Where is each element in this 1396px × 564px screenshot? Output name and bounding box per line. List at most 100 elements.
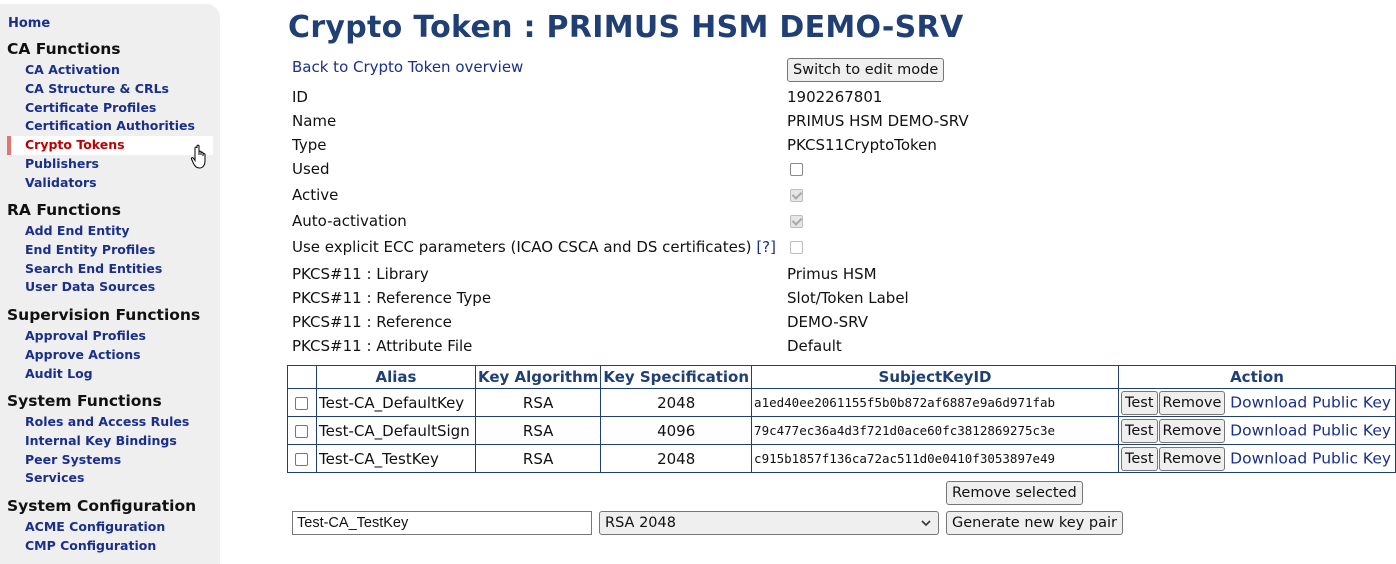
prop-label-active: Active: [292, 186, 339, 204]
nav-group-ra-functions: RA Functions Add End Entity End Entity P…: [7, 201, 162, 297]
key-specification-column-header: Key Specification: [600, 365, 753, 389]
nav-group-supervision-functions: Supervision Functions Approval Profiles …: [7, 306, 200, 383]
prop-label-pkcs11-reference: PKCS#11 : Reference: [292, 313, 452, 331]
prop-label-type: Type: [292, 136, 327, 154]
chevron-down-icon: [921, 520, 931, 527]
prop-label-pkcs11-reference-type: PKCS#11 : Reference Type: [292, 289, 492, 307]
used-checkbox[interactable]: [790, 163, 803, 176]
download-public-key-link[interactable]: Download Public Key: [1230, 421, 1391, 439]
alias-cell: Test-CA_TestKey: [315, 444, 476, 473]
nav-item-approval-profiles[interactable]: Approval Profiles: [7, 327, 200, 346]
nav-heading: System Configuration: [7, 497, 197, 515]
subject-key-id-cell: c915b1857f136ca72ac511d0e0410f3053897e49: [751, 444, 1119, 473]
nav-item-certification-authorities[interactable]: Certification Authorities: [7, 117, 213, 136]
prop-label-auto-activation: Auto-activation: [292, 212, 407, 230]
generate-key-pair-button[interactable]: Generate new key pair: [946, 511, 1123, 535]
keys-table: Alias Key Algorithm Key Specification Su…: [287, 365, 1396, 473]
action-cell: Test Remove Download Public Key: [1117, 444, 1396, 473]
download-public-key-link[interactable]: Download Public Key: [1230, 449, 1391, 467]
download-public-key-link[interactable]: Download Public Key: [1230, 393, 1391, 411]
explicit-ecc-label-text: Use explicit ECC parameters (ICAO CSCA a…: [292, 238, 752, 256]
nav-heading: CA Functions: [7, 40, 121, 58]
algorithm-cell: RSA: [474, 444, 602, 473]
row-select-checkbox[interactable]: [295, 452, 309, 466]
prop-label-id: ID: [292, 88, 308, 106]
row-select-checkbox[interactable]: [295, 424, 309, 438]
nav-item-ca-structure-crls[interactable]: CA Structure & CRLs: [7, 80, 213, 99]
prop-value-pkcs11-attribute-file: Default: [787, 337, 842, 355]
key-algorithm-select[interactable]: RSA 2048: [599, 511, 939, 535]
remove-button[interactable]: Remove: [1158, 446, 1226, 471]
alias-cell: Test-CA_DefaultSign: [315, 416, 476, 445]
prop-value-pkcs11-library: Primus HSM: [787, 265, 877, 283]
nav-item-end-entity-profiles[interactable]: End Entity Profiles: [7, 241, 162, 260]
spec-cell: 4096: [600, 416, 753, 445]
alias-cell: Test-CA_DefaultKey: [315, 388, 476, 417]
nav-item-approve-actions[interactable]: Approve Actions: [7, 346, 200, 365]
nav-item-publishers[interactable]: Publishers: [7, 155, 213, 174]
table-row: Test-CA_DefaultSign RSA 4096 79c477ec36a…: [287, 416, 1396, 445]
table-row: Test-CA_TestKey RSA 2048 c915b1857f136ca…: [287, 444, 1396, 473]
algorithm-cell: RSA: [474, 416, 602, 445]
spec-cell: 2048: [600, 444, 753, 473]
test-button[interactable]: Test: [1120, 390, 1158, 415]
action-column-header: Action: [1117, 365, 1396, 389]
nav-group-system-functions: System Functions Roles and Access Rules …: [7, 392, 189, 488]
nav-item-services[interactable]: Services: [7, 469, 189, 488]
nav-home-link[interactable]: Home: [8, 16, 50, 31]
nav-item-crypto-tokens[interactable]: Crypto Tokens: [7, 136, 213, 155]
nav-item-search-end-entities[interactable]: Search End Entities: [7, 260, 162, 279]
prop-value-id: 1902267801: [787, 88, 883, 106]
nav-item-internal-key-bindings[interactable]: Internal Key Bindings: [7, 432, 189, 451]
nav-item-ca-activation[interactable]: CA Activation: [7, 61, 213, 80]
prop-label-pkcs11-library: PKCS#11 : Library: [292, 265, 429, 283]
hand-pointer-icon: [190, 144, 206, 169]
subject-key-id-cell: 79c477ec36a4d3f721d0ace60fc3812869275c3e: [751, 416, 1119, 445]
table-header-row: Alias Key Algorithm Key Specification Su…: [287, 365, 1396, 389]
nav-item-audit-log[interactable]: Audit Log: [7, 365, 200, 384]
auto-activation-checkbox: [790, 215, 803, 228]
nav-item-add-end-entity[interactable]: Add End Entity: [7, 222, 162, 241]
explicit-ecc-help-link[interactable]: [?]: [756, 238, 776, 256]
prop-label-explicit-ecc: Use explicit ECC parameters (ICAO CSCA a…: [292, 238, 776, 256]
action-cell: Test Remove Download Public Key: [1117, 388, 1396, 417]
remove-button[interactable]: Remove: [1158, 390, 1226, 415]
table-row: Test-CA_DefaultKey RSA 2048 a1ed40ee2061…: [287, 388, 1396, 417]
remove-selected-button[interactable]: Remove selected: [946, 481, 1083, 505]
nav-item-certificate-profiles[interactable]: Certificate Profiles: [7, 99, 213, 118]
nav-group-ca-functions: CA Functions CA Activation CA Structure …: [7, 40, 213, 193]
nav-item-peer-systems[interactable]: Peer Systems: [7, 451, 189, 470]
switch-edit-mode-button[interactable]: Switch to edit mode: [787, 58, 945, 82]
key-algorithm-column-header: Key Algorithm: [474, 365, 602, 389]
prop-label-used: Used: [292, 160, 330, 178]
prop-label-name: Name: [292, 112, 337, 130]
prop-label-pkcs11-attribute-file: PKCS#11 : Attribute File: [292, 337, 473, 355]
nav-group-system-configuration: System Configuration ACME Configuration …: [7, 497, 196, 556]
active-checkbox: [790, 189, 803, 202]
row-select-checkbox[interactable]: [295, 396, 309, 410]
key-algorithm-selected-value: RSA 2048: [605, 515, 676, 531]
algorithm-cell: RSA: [474, 388, 602, 417]
test-button[interactable]: Test: [1120, 418, 1158, 443]
spec-cell: 2048: [600, 388, 753, 417]
nav-heading: Supervision Functions: [7, 306, 201, 324]
prop-value-type: PKCS11CryptoToken: [787, 136, 937, 154]
nav-item-user-data-sources[interactable]: User Data Sources: [7, 278, 162, 297]
nav-item-roles-access-rules[interactable]: Roles and Access Rules: [7, 413, 189, 432]
prop-value-name: PRIMUS HSM DEMO-SRV: [787, 112, 969, 130]
test-button[interactable]: Test: [1120, 446, 1158, 471]
back-to-overview-link[interactable]: Back to Crypto Token overview: [292, 58, 523, 76]
sidebar: Home CA Functions CA Activation CA Struc…: [0, 4, 220, 564]
new-key-alias-input[interactable]: [292, 511, 592, 535]
explicit-ecc-checkbox: [790, 241, 803, 254]
prop-value-pkcs11-reference: DEMO-SRV: [787, 313, 868, 331]
nav-item-validators[interactable]: Validators: [7, 174, 213, 193]
page-title: Crypto Token : PRIMUS HSM DEMO-SRV: [288, 10, 964, 45]
nav-heading: System Functions: [7, 392, 162, 410]
alias-column-header: Alias: [315, 365, 476, 389]
nav-item-cmp-configuration[interactable]: CMP Configuration: [7, 537, 196, 556]
remove-button[interactable]: Remove: [1158, 418, 1226, 443]
nav-item-acme-configuration[interactable]: ACME Configuration: [7, 518, 196, 537]
nav-heading: RA Functions: [7, 201, 122, 219]
subject-key-id-column-header: SubjectKeyID: [751, 365, 1119, 389]
